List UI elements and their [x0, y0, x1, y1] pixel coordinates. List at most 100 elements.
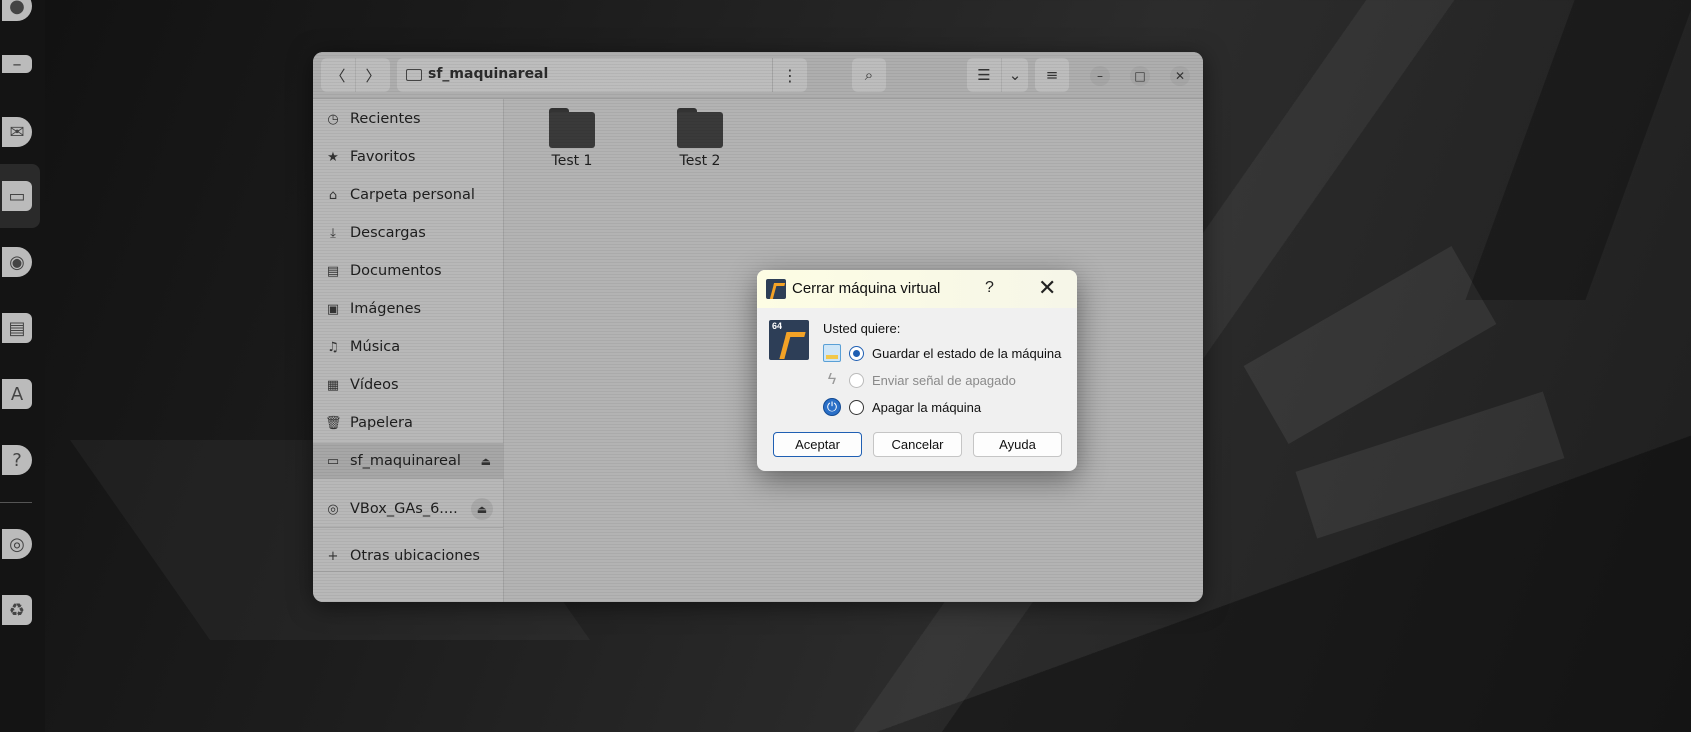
- folder-item[interactable]: Test 1: [537, 108, 607, 169]
- path-title: sf_maquinareal: [428, 66, 549, 82]
- sidebar-item-vbox-gas[interactable]: ◎ VBox_GAs_6.... ⏏: [313, 491, 503, 527]
- sidebar-separator: [313, 527, 503, 528]
- sidebar-item-carpeta-personal[interactable]: ⌂ Carpeta personal: [313, 177, 503, 213]
- eject-icon[interactable]: ⏏: [471, 498, 493, 520]
- back-button[interactable]: 〈: [321, 58, 355, 92]
- dialog-title: Cerrar máquina virtual: [792, 280, 941, 297]
- radio-power-off[interactable]: [849, 399, 864, 415]
- save-state-icon: [823, 344, 841, 362]
- sidebar-item-imagenes[interactable]: ▣ Imágenes: [313, 291, 503, 327]
- sidebar-item-favoritos[interactable]: ★ Favoritos: [313, 139, 503, 175]
- sidebar-item-label: sf_maquinareal: [350, 453, 461, 469]
- forward-button[interactable]: 〉: [356, 58, 390, 92]
- download-icon: ⤓: [330, 225, 336, 241]
- close-icon: ✕: [1174, 69, 1186, 83]
- option-save-state[interactable]: Guardar el estado de la máquina: [823, 342, 1061, 364]
- sidebar-item-documentos[interactable]: ▤ Documentos: [313, 253, 503, 289]
- dock-app-icon[interactable]: –: [0, 44, 32, 84]
- sidebar-item-label: Carpeta personal: [350, 187, 475, 203]
- sidebar-item-label: Imágenes: [350, 301, 422, 317]
- kebab-menu-icon: ⋮: [782, 65, 798, 85]
- minimize-button[interactable]: –: [1090, 66, 1110, 86]
- folder-icon: [549, 108, 595, 148]
- folder-item[interactable]: Test 2: [665, 108, 735, 169]
- accept-button[interactable]: Aceptar: [773, 432, 862, 457]
- virtualbox-icon: [766, 279, 786, 299]
- search-icon: ⌕: [864, 66, 874, 84]
- option-label: Guardar el estado de la máquina: [872, 345, 1062, 361]
- sidebar-item-label: Recientes: [350, 111, 421, 127]
- sidebar-item-descargas[interactable]: ⤓ Descargas: [313, 215, 503, 251]
- maximize-button[interactable]: □: [1130, 66, 1150, 86]
- wallpaper-shard: [1465, 0, 1691, 300]
- drive-icon: ▭: [326, 453, 340, 469]
- sidebar-item-otras-ubicaciones[interactable]: + Otras ubicaciones: [313, 538, 503, 574]
- option-label: Enviar señal de apagado: [872, 372, 1016, 388]
- list-view-button[interactable]: ☰: [967, 58, 1001, 92]
- video-icon: ▦: [326, 377, 340, 393]
- option-label: Apagar la máquina: [872, 399, 982, 415]
- folder-icon: [677, 108, 723, 148]
- trash-icon: 🗑︎: [325, 415, 342, 431]
- sidebar-item-papelera[interactable]: 🗑︎ Papelera: [313, 405, 503, 441]
- document-icon: ▤: [326, 263, 340, 279]
- sidebar-item-label: Otras ubicaciones: [350, 548, 480, 564]
- help-question-button[interactable]: ?: [985, 279, 994, 297]
- folder-label: Test 1: [551, 153, 593, 169]
- radio-send-shutdown: [849, 372, 864, 388]
- dock-disc-icon[interactable]: ●: [0, 0, 32, 26]
- dock-separator: [0, 502, 32, 503]
- sidebar-item-recientes[interactable]: ◷ Recientes: [313, 101, 503, 137]
- path-menu-button[interactable]: ⋮: [772, 58, 807, 92]
- dock-help-icon[interactable]: ?: [0, 440, 32, 480]
- option-power-off[interactable]: ⏻ Apagar la máquina: [823, 396, 981, 418]
- chevron-left-icon: 〈: [330, 66, 346, 85]
- path-bar[interactable]: sf_maquinareal ⋮: [397, 58, 807, 92]
- main-menu-button[interactable]: ≡: [1035, 58, 1069, 92]
- drive-icon: [406, 69, 422, 81]
- dialog-prompt: Usted quiere:: [823, 321, 901, 336]
- chevron-right-icon: 〉: [365, 66, 381, 85]
- view-options-button[interactable]: ⌄: [1002, 58, 1028, 92]
- sidebar-item-label: VBox_GAs_6....: [350, 501, 458, 517]
- sidebar: ◷ Recientes ★ Favoritos ⌂ Carpeta personal …: [313, 99, 504, 602]
- header-bar: 〈 〉 sf_maquinareal ⋮ ⌕ ☰ ⌄ ≡ – □ ✕: [313, 52, 1203, 99]
- sidebar-item-label: Papelera: [350, 415, 413, 431]
- logo-badge: 64: [772, 321, 783, 331]
- star-icon: ★: [327, 149, 339, 165]
- sidebar-item-musica[interactable]: ♫ Música: [313, 329, 503, 365]
- dock-optical-disc-icon[interactable]: ◎: [0, 524, 32, 564]
- home-icon: ⌂: [328, 187, 338, 203]
- help-button[interactable]: Ayuda: [973, 432, 1062, 457]
- dock-rhythmbox-icon[interactable]: ◉: [0, 242, 32, 282]
- virtualbox-64-logo-icon: 64: [769, 320, 809, 360]
- music-icon: ♫: [327, 339, 339, 355]
- folder-label: Test 2: [679, 153, 721, 169]
- close-vm-dialog: Cerrar máquina virtual ? ✕ 64 Usted quie…: [757, 270, 1077, 471]
- sidebar-item-label: Vídeos: [350, 377, 399, 393]
- cancel-button[interactable]: Cancelar: [873, 432, 962, 457]
- dock-writer-icon[interactable]: ▤: [0, 308, 32, 348]
- dialog-title-bar: Cerrar máquina virtual ? ✕: [757, 270, 1077, 308]
- lightning-icon: ϟ: [827, 371, 837, 388]
- sidebar-item-sf-maquinareal[interactable]: ▭ sf_maquinareal ⏏: [313, 443, 503, 479]
- dock-software-icon[interactable]: A: [0, 374, 32, 414]
- dock-files-icon[interactable]: ▭: [0, 176, 32, 216]
- dialog-close-button[interactable]: ✕: [1038, 275, 1056, 301]
- minimize-icon: –: [1097, 69, 1103, 83]
- dock-trash-icon[interactable]: ♻: [0, 590, 32, 630]
- eject-icon[interactable]: ⏏: [481, 455, 491, 468]
- option-send-shutdown: ϟ Enviar señal de apagado: [823, 369, 1016, 391]
- close-button[interactable]: ✕: [1170, 66, 1190, 86]
- power-icon: ⏻: [823, 398, 841, 416]
- dock-thunderbird-icon[interactable]: ✉: [0, 112, 32, 152]
- radio-save-state[interactable]: [849, 345, 864, 361]
- sidebar-item-videos[interactable]: ▦ Vídeos: [313, 367, 503, 403]
- dock: ● – ✉ ▭ ◉ ▤ A ? ◎ ♻: [0, 0, 45, 732]
- search-button[interactable]: ⌕: [852, 58, 886, 92]
- image-icon: ▣: [326, 301, 340, 317]
- chevron-down-icon: ⌄: [1008, 66, 1022, 84]
- disc-icon: ◎: [327, 501, 339, 517]
- list-view-icon: ☰: [977, 66, 991, 84]
- plus-icon: +: [327, 548, 339, 564]
